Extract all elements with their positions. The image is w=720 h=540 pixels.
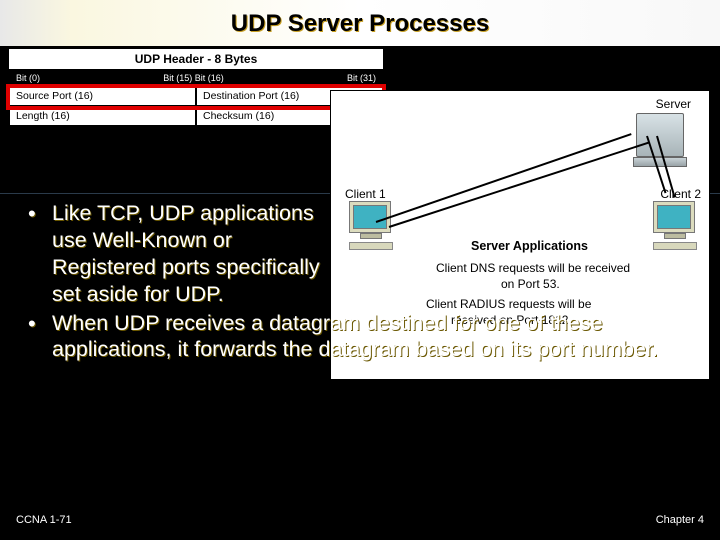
footer-left: CCNA 1-71	[16, 514, 72, 526]
udp-header-table: UDP Header - 8 Bytes Bit (0) Bit (15) Bi…	[8, 48, 384, 127]
client1-label: Client 1	[345, 187, 386, 201]
bit-right: Bit (31)	[347, 73, 376, 83]
bit-left: Bit (0)	[16, 73, 40, 83]
length-cell: Length (16)	[9, 106, 196, 126]
bit-mid: Bit (15) Bit (16)	[163, 73, 224, 83]
src-port-cell: Source Port (16)	[9, 86, 196, 106]
bullet-list: Like TCP, UDP applications use Well-Know…	[28, 200, 693, 365]
server-icon	[636, 113, 687, 167]
slide-footer: CCNA 1-71 Chapter 4	[16, 514, 704, 526]
client2-label: Client 2	[660, 187, 701, 201]
footer-right: Chapter 4	[656, 514, 704, 526]
udp-header-caption: UDP Header - 8 Bytes	[9, 49, 383, 70]
bit-ruler: Bit (0) Bit (15) Bit (16) Bit (31)	[9, 70, 383, 86]
bullet-1: Like TCP, UDP applications use Well-Know…	[28, 200, 693, 308]
slide-title: UDP Server Processes	[0, 0, 720, 46]
bullet-2: When UDP receives a datagram destined fo…	[28, 310, 693, 364]
server-label: Server	[656, 97, 691, 111]
